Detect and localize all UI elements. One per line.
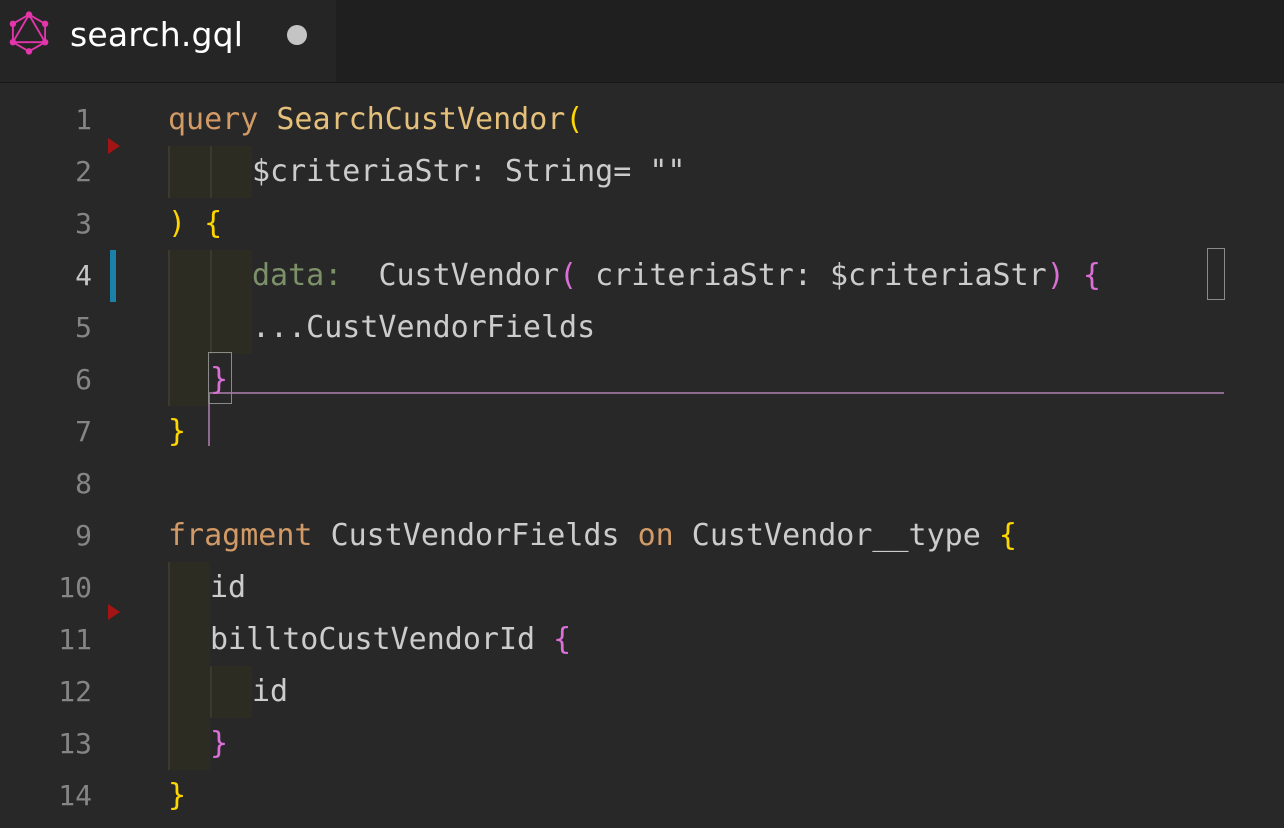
code-line-2: $criteriaStr: String= "" [252,146,685,198]
fragment-name: CustVendorFields [330,518,620,553]
code-line-11: billtoCustVendorId { [210,614,571,666]
field-name: CustVendor [378,258,560,293]
code-editor[interactable]: 1 2 3 4 5 6 7 8 9 10 11 12 13 14 query S… [0,94,1284,828]
indent-guide [168,146,210,198]
code-line-9: fragment CustVendorFields on CustVendor_… [168,510,1017,562]
code-line-7: } [168,406,186,458]
fragment-spread: ...CustVendorFields [252,310,596,345]
code-line-4: data: CustVendor( criteriaStr: $criteria… [252,250,1101,302]
line-number: 5 [75,311,92,344]
line-number: 13 [58,727,92,760]
line-number: 7 [75,415,92,448]
tab-title: search.gql [70,15,244,54]
line-number: 11 [58,623,92,656]
brace-open: { [998,518,1017,553]
paren-open: ( [565,102,584,137]
code-line-3: ) { [168,198,222,250]
line-number: 10 [58,571,92,604]
brace-close: } [168,778,187,813]
paren-close: ) [168,206,187,241]
indent-guide [168,666,210,718]
line-number: 12 [58,675,92,708]
code-line-13: } [210,718,228,770]
line-number: 6 [75,363,92,396]
indent-guide [168,250,210,302]
brace-close: } [210,362,229,397]
line-number: 14 [58,779,92,812]
code-line-12: id [252,666,288,718]
field-name: id [210,570,247,605]
code-line-5: ...CustVendorFields [252,302,595,354]
error-marker-icon[interactable] [108,604,120,620]
bracket-match-highlight [1207,248,1225,300]
keyword-fragment: fragment [168,518,313,553]
dirty-dot-icon[interactable] [287,25,307,45]
paren-open: ( [559,258,578,293]
code-line-14: } [168,770,186,822]
indent-guide [168,614,210,666]
operation-name: SearchCustVendor [276,102,566,137]
indent-guide [210,302,252,354]
keyword-on: on [637,518,674,553]
type-name: CustVendor__type [691,518,981,553]
brace-open: { [553,622,572,657]
line-number: 1 [75,103,92,136]
field-alias: data: [252,258,343,293]
code-line-10: id [210,562,246,614]
indent-guide [210,666,252,718]
indent-guide [210,146,252,198]
keyword-query: query [168,102,259,137]
indent-guide [210,250,252,302]
line-number: 3 [75,207,92,240]
brace-open: { [204,206,223,241]
brace-open: { [1082,258,1101,293]
graphql-icon [9,11,49,55]
line-number: 8 [75,467,92,500]
brace-close: } [210,726,229,761]
code-line-6: } [210,354,228,406]
sticky-scroll-ghost [168,68,1038,82]
paren-close: ) [1046,258,1065,293]
code-line-1: query SearchCustVendor( [168,94,583,146]
variable-definition: $criteriaStr: String= "" [252,154,686,189]
indent-guide [168,354,210,406]
indent-guide [168,302,210,354]
field-name: billtoCustVendorId [210,622,536,657]
indent-guide [168,718,210,770]
indent-guide [168,562,210,614]
line-number: 9 [75,519,92,552]
bracket-pair-guide [208,392,1224,394]
field-name: id [252,674,289,709]
brace-close: } [168,414,187,449]
line-number: 4 [75,259,92,292]
modified-line-indicator [110,250,116,302]
line-number: 2 [75,155,92,188]
field-arguments: criteriaStr: $criteriaStr [577,258,1047,293]
error-marker-icon[interactable] [108,138,120,154]
